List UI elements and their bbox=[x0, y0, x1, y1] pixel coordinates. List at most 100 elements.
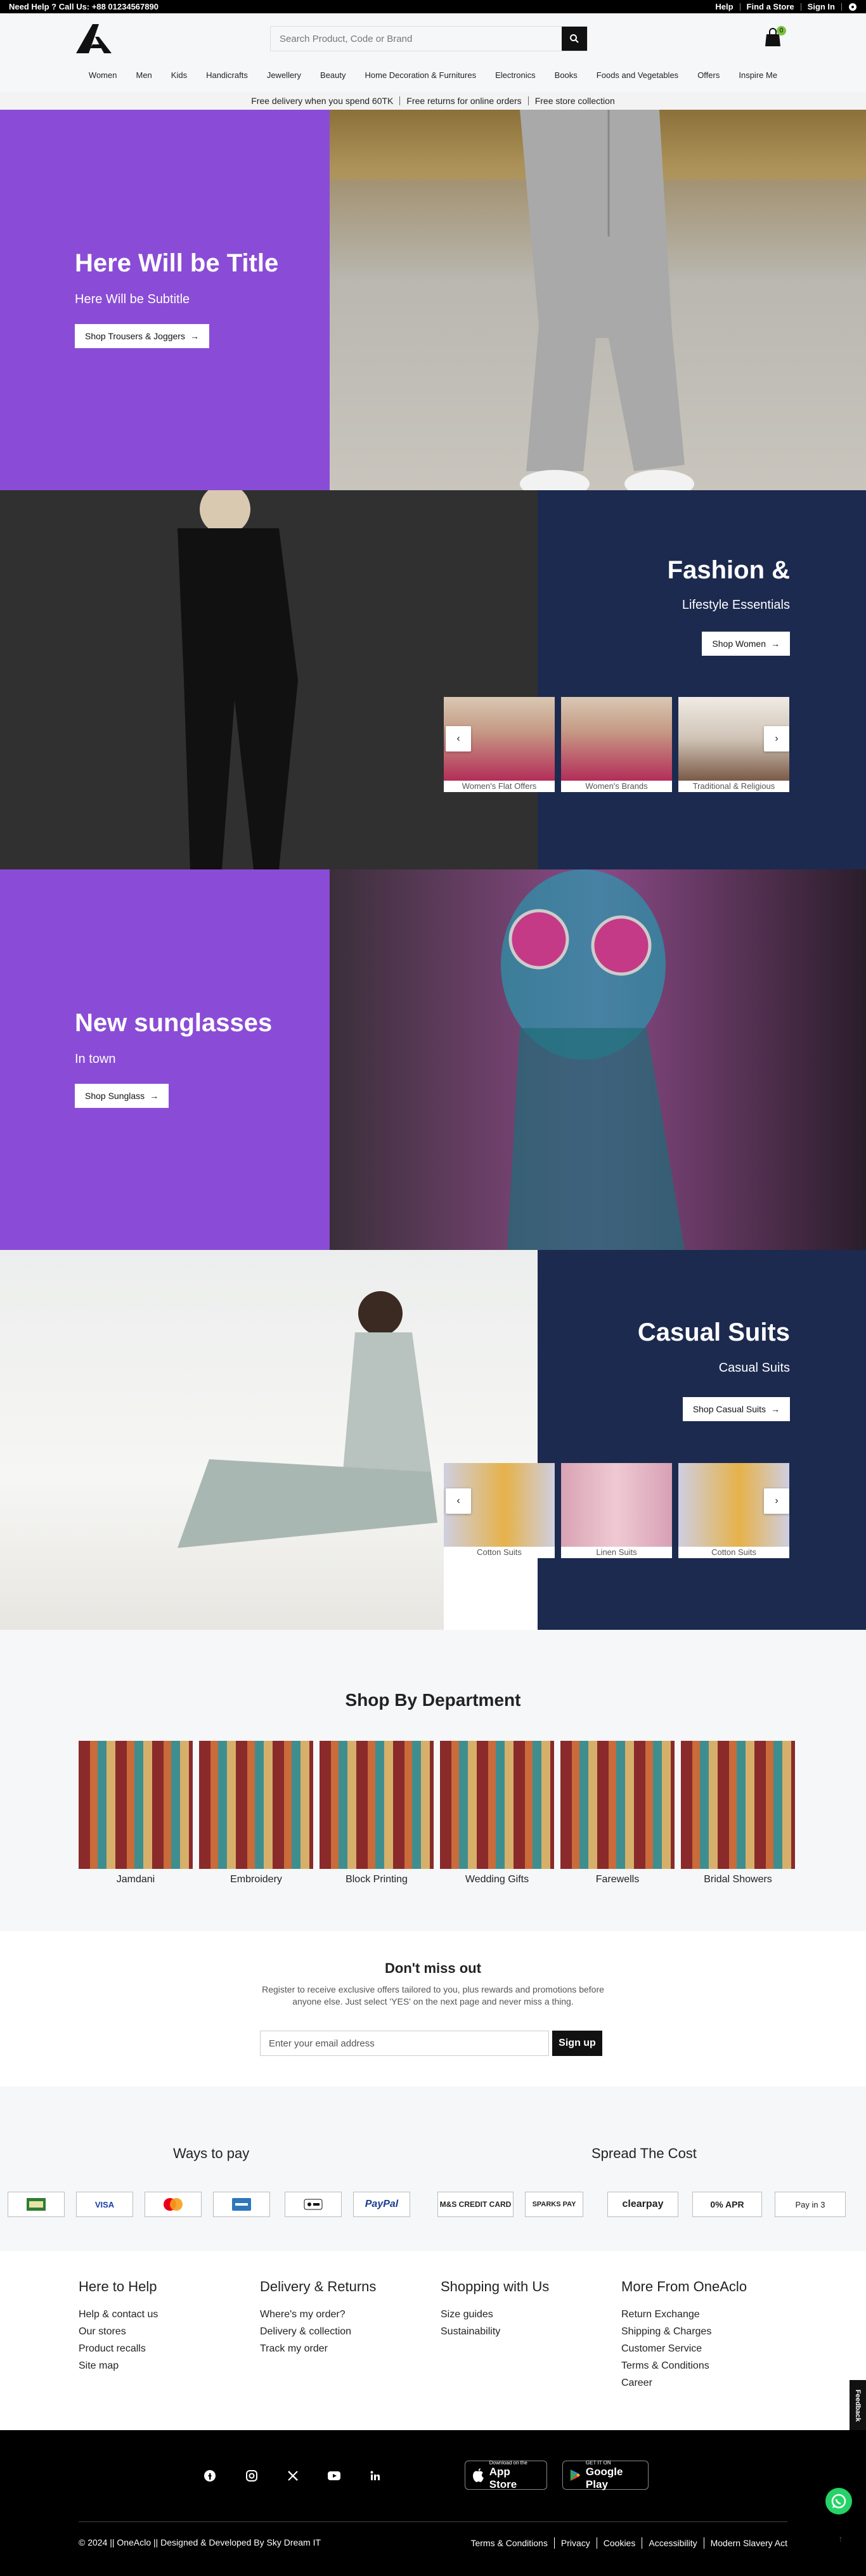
divider bbox=[399, 96, 401, 105]
nav-inspire-me[interactable]: Inspire Me bbox=[729, 63, 787, 88]
footer-legal-links: Terms & Conditions Privacy Cookies Acces… bbox=[470, 2537, 787, 2549]
department-tile[interactable]: Bridal Showers bbox=[681, 1741, 795, 1885]
instagram-icon[interactable] bbox=[245, 2469, 259, 2483]
department-image bbox=[199, 1741, 313, 1869]
nav-offers[interactable]: Offers bbox=[688, 63, 729, 88]
email-field[interactable]: Enter your email address bbox=[260, 2031, 549, 2056]
footer-link[interactable]: Terms & Conditions bbox=[621, 2360, 747, 2372]
back-to-top-icon[interactable]: ↑ bbox=[834, 2534, 847, 2546]
department-label: Block Printing bbox=[346, 1874, 408, 1885]
youtube-icon[interactable] bbox=[327, 2469, 341, 2483]
department-tile[interactable]: Wedding Gifts bbox=[440, 1741, 554, 1885]
footer-link[interactable]: Return Exchange bbox=[621, 2309, 747, 2320]
footer-link[interactable]: Where's my order? bbox=[260, 2309, 376, 2320]
footer-bottom bbox=[0, 2430, 866, 2576]
sign-in-link[interactable]: Sign In bbox=[808, 2, 835, 11]
footer-link[interactable]: Shipping & Charges bbox=[621, 2326, 747, 2338]
button-label: Shop Casual Suits bbox=[692, 1404, 766, 1414]
footer-link[interactable]: Delivery & collection bbox=[260, 2326, 376, 2338]
hero-panel bbox=[0, 869, 330, 1250]
card-image bbox=[561, 1463, 672, 1547]
footer-link[interactable]: Help & contact us bbox=[79, 2309, 158, 2320]
feedback-tab[interactable]: Feedback bbox=[850, 2380, 866, 2431]
footer-link[interactable]: Site map bbox=[79, 2360, 158, 2372]
department-label: Bridal Showers bbox=[704, 1874, 772, 1885]
nav-handicrafts[interactable]: Handicrafts bbox=[197, 63, 257, 88]
hero-subtitle: Lifestyle Essentials bbox=[682, 598, 790, 612]
section-title: Shop By Department bbox=[345, 1690, 521, 1710]
app-store-button[interactable]: Download on the App Store bbox=[465, 2460, 547, 2490]
department-tile[interactable]: Jamdani bbox=[79, 1741, 193, 1885]
nav-jewellery[interactable]: Jewellery bbox=[257, 63, 311, 88]
x-twitter-icon[interactable] bbox=[286, 2469, 300, 2483]
apple-icon bbox=[472, 2468, 484, 2482]
shop-women-button[interactable]: Shop Women → bbox=[702, 632, 790, 656]
google-play-label: Google Play bbox=[585, 2465, 623, 2490]
nav-men[interactable]: Men bbox=[126, 63, 161, 88]
privacy-link[interactable]: Privacy bbox=[561, 2538, 590, 2548]
cookies-link[interactable]: Cookies bbox=[604, 2538, 636, 2548]
nav-foods[interactable]: Foods and Vegetables bbox=[587, 63, 688, 88]
shop-trousers-button[interactable]: Shop Trousers & Joggers → bbox=[75, 324, 209, 348]
search-bar[interactable]: Search Product, Code or Brand bbox=[270, 26, 588, 51]
find-store-link[interactable]: Find a Store bbox=[747, 2, 794, 11]
mns-credit-card-icon: M&S CREDIT CARD bbox=[437, 2192, 514, 2217]
promo-collection[interactable]: Free store collection bbox=[535, 96, 615, 106]
whatsapp-button[interactable] bbox=[825, 2488, 852, 2514]
cart-button[interactable]: 0 bbox=[765, 26, 786, 48]
suit-image bbox=[0, 490, 538, 869]
carousel-prev-button[interactable]: ‹ bbox=[446, 1488, 471, 1514]
modern-slavery-link[interactable]: Modern Slavery Act bbox=[711, 2538, 787, 2548]
promo-returns[interactable]: Free returns for online orders bbox=[406, 96, 521, 106]
hero-panel bbox=[538, 490, 866, 869]
footer-link[interactable]: Career bbox=[621, 2378, 747, 2389]
nav-electronics[interactable]: Electronics bbox=[486, 63, 545, 88]
globe-icon[interactable] bbox=[848, 3, 857, 11]
footer-link[interactable]: Sustainability bbox=[441, 2326, 549, 2338]
department-tile[interactable]: Block Printing bbox=[320, 1741, 434, 1885]
carousel-next-button[interactable]: › bbox=[764, 726, 789, 751]
carousel-prev-button[interactable]: ‹ bbox=[446, 726, 471, 751]
sign-up-button[interactable]: Sign up bbox=[552, 2031, 602, 2056]
category-card[interactable]: Linen Suits bbox=[561, 1463, 672, 1558]
category-card[interactable]: Women's Brands bbox=[561, 697, 672, 792]
shop-sunglass-button[interactable]: Shop Sunglass → bbox=[75, 1084, 169, 1108]
footer-link[interactable]: Our stores bbox=[79, 2326, 158, 2338]
footer-link[interactable]: Size guides bbox=[441, 2309, 549, 2320]
carousel-next-button[interactable]: › bbox=[764, 1488, 789, 1514]
shop-casual-suits-button[interactable]: Shop Casual Suits → bbox=[682, 1397, 790, 1421]
arrow-right-icon: → bbox=[150, 1091, 159, 1101]
terms-link[interactable]: Terms & Conditions bbox=[470, 2538, 547, 2548]
nav-women[interactable]: Women bbox=[79, 63, 127, 88]
nav-beauty[interactable]: Beauty bbox=[311, 63, 355, 88]
top-bar: Need Help ? Call Us: +88 01234567890 Hel… bbox=[0, 0, 866, 13]
department-tile[interactable]: Embroidery bbox=[199, 1741, 313, 1885]
department-label: Jamdani bbox=[116, 1874, 155, 1885]
google-play-button[interactable]: GET IT ON Google Play bbox=[562, 2460, 649, 2490]
search-input[interactable]: Search Product, Code or Brand bbox=[280, 34, 412, 44]
nav-home-decoration[interactable]: Home Decoration & Furnitures bbox=[356, 63, 486, 88]
apple-pay-icon bbox=[285, 2192, 342, 2217]
newsletter-title: Don't miss out bbox=[385, 1960, 481, 1976]
button-label: Shop Sunglass bbox=[85, 1091, 145, 1101]
nav-books[interactable]: Books bbox=[545, 63, 587, 88]
footer-heading: Delivery & Returns bbox=[260, 2279, 377, 2294]
linkedin-icon[interactable] bbox=[368, 2469, 382, 2483]
footer-link[interactable]: Customer Service bbox=[621, 2343, 747, 2355]
promo-delivery[interactable]: Free delivery when you spend 60TK bbox=[251, 96, 393, 106]
accessibility-link[interactable]: Accessibility bbox=[649, 2538, 697, 2548]
card-caption: Traditional & Religious bbox=[678, 781, 789, 792]
chevron-right-icon: › bbox=[775, 733, 779, 744]
footer-link[interactable]: Track my order bbox=[260, 2343, 376, 2355]
site-logo[interactable] bbox=[76, 24, 112, 53]
footer-link[interactable]: Product recalls bbox=[79, 2343, 158, 2355]
facebook-icon[interactable] bbox=[203, 2469, 217, 2483]
top-links: Help Find a Store Sign In bbox=[715, 2, 857, 11]
button-label: Shop Women bbox=[712, 639, 766, 649]
nav-kids[interactable]: Kids bbox=[162, 63, 197, 88]
hero-subtitle: Casual Suits bbox=[718, 1361, 790, 1375]
help-link[interactable]: Help bbox=[715, 2, 733, 11]
department-tile[interactable]: Farewells bbox=[560, 1741, 675, 1885]
search-button[interactable] bbox=[562, 27, 587, 51]
hero-subtitle: Here Will be Subtitle bbox=[75, 292, 190, 306]
